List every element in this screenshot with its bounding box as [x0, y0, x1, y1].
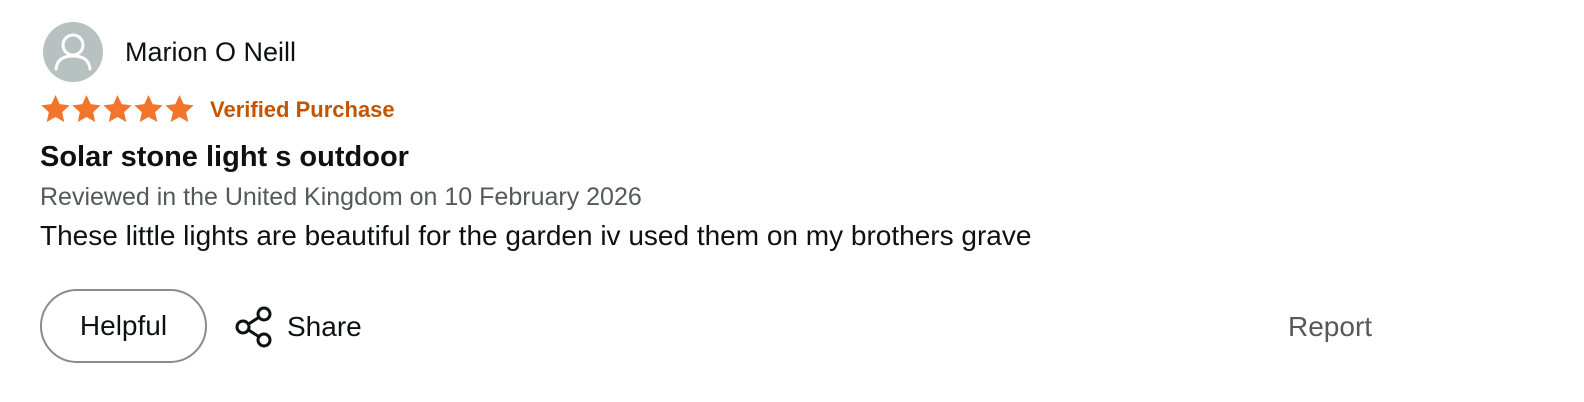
star-icon — [71, 93, 102, 125]
share-label: Share — [287, 311, 362, 342]
review-card: Marion O Neill Verified Purchase Solar s… — [0, 0, 1584, 402]
share-icon — [234, 305, 275, 349]
star-icon — [133, 93, 164, 125]
star-icon — [102, 93, 133, 125]
report-link[interactable]: Report — [1288, 309, 1372, 345]
verified-purchase-badge: Verified Purchase — [210, 97, 395, 122]
helpful-button[interactable]: Helpful — [40, 289, 207, 363]
review-title: Solar stone light s outdoor — [40, 141, 409, 173]
reviewer-avatar — [43, 22, 103, 82]
star-icon — [40, 93, 71, 125]
reviewer-name: Marion O Neill — [125, 37, 297, 67]
person-avatar-icon — [54, 33, 92, 71]
star-rating — [40, 93, 195, 125]
review-date-location: Reviewed in the United Kingdom on 10 Feb… — [40, 183, 642, 211]
share-button[interactable]: Share — [234, 302, 362, 352]
star-icon — [164, 93, 195, 125]
review-body: These little lights are beautiful for th… — [40, 220, 1032, 251]
